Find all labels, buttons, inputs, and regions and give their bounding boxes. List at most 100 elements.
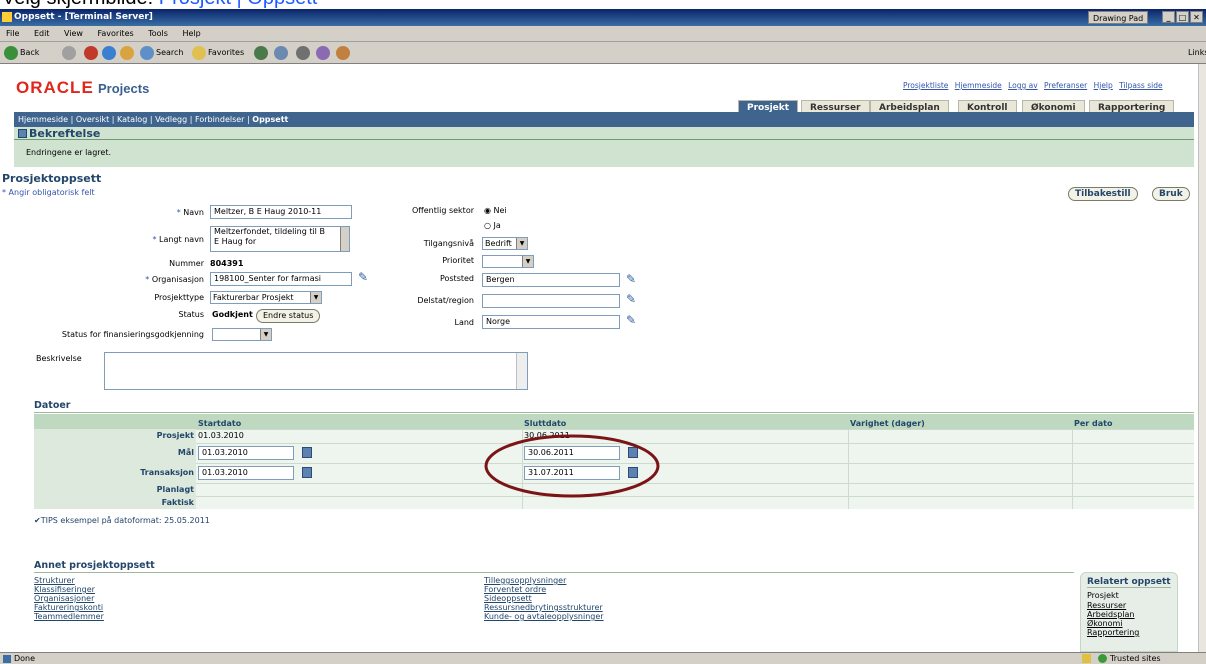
menu-favorites[interactable]: Favorites [98,29,134,38]
related-link-okonomi[interactable]: Økonomi [1087,619,1171,628]
col-divider [1072,429,1073,509]
subnav-hjemmeside[interactable]: Hjemmeside [18,115,68,124]
access-level-select[interactable]: Bedrift ▼ [482,237,528,250]
funding-status-select[interactable]: ▼ [212,328,272,341]
link-klassifiseringer[interactable]: Klassifiseringer [34,585,104,594]
tip-check-icon: ✔ [34,516,41,525]
state-input[interactable] [482,294,620,308]
description-textarea[interactable] [104,352,528,390]
menu-view[interactable]: View [64,29,83,38]
link-prosjektliste[interactable]: Prosjektliste [903,81,948,90]
dates-row-bg [196,463,1194,483]
related-link-rapportering[interactable]: Rapportering [1087,628,1171,637]
page-scrollbar[interactable] [1198,64,1206,652]
flashlight-search-icon[interactable]: ✎ [626,292,640,306]
link-sideoppsett[interactable]: Sideoppsett [484,594,604,603]
status-value: Godkjent [212,310,253,319]
link-logg-av[interactable]: Logg av [1008,81,1038,90]
long-name-label: Langt navn [159,235,204,244]
menu-tools[interactable]: Tools [148,29,168,38]
back-button[interactable]: Back [4,42,39,64]
link-faktureringskonti[interactable]: Faktureringskonti [34,603,104,612]
flashlight-search-icon[interactable]: ✎ [626,272,640,286]
edit-button[interactable] [316,42,332,64]
header-sluttdato: Sluttdato [522,418,848,429]
change-status-button[interactable]: Endre status [256,309,321,323]
slide-caption: Velg skjermbilde: Prosjekt | Oppsett [0,0,1206,9]
mal-start-input[interactable]: 01.03.2010 [198,446,294,460]
long-name-textarea[interactable]: Meltzerfondet, tildeling til B E Haug fo… [210,226,350,252]
lock-icon [1082,654,1091,663]
public-no-option[interactable]: ◉ Nei [484,206,507,215]
flashlight-search-icon[interactable]: ✎ [626,313,640,327]
city-input[interactable]: Bergen [482,273,620,287]
type-value: Fakturerbar Prosjekt [213,293,294,302]
calendar-icon[interactable] [302,467,312,478]
textarea-scrollbar[interactable] [516,353,527,389]
sub-navigation: Hjemmeside | Oversikt | Katalog | Vedleg… [14,112,1194,127]
type-select[interactable]: Fakturerbar Prosjekt ▼ [210,291,322,304]
forward-arrow-icon [62,45,76,60]
subnav-katalog[interactable]: Katalog [117,115,147,124]
header-varighet: Varighet (dager) [848,418,1072,429]
refresh-button[interactable] [102,42,118,64]
link-ressursnedbrytingsstrukturer[interactable]: Ressursnedbrytingsstrukturer [484,603,604,612]
drawing-pad-button[interactable]: Drawing Pad [1088,11,1149,24]
org-input[interactable]: 198100_Senter for farmasi [210,272,352,286]
home-button[interactable] [120,42,136,64]
public-yes-option[interactable]: ○ Ja [484,221,501,230]
transaksjon-start-input[interactable]: 01.03.2010 [198,466,294,480]
subnav-oppsett[interactable]: Oppsett [252,115,288,124]
link-hjemmeside[interactable]: Hjemmeside [955,81,1002,90]
link-teammedlemmer[interactable]: Teammedlemmer [34,612,104,621]
radio-selected-icon: ◉ [484,206,494,215]
subnav-forbindelser[interactable]: Forbindelser [195,115,244,124]
link-forventet-ordre[interactable]: Forventet ordre [484,585,604,594]
link-organisasjoner[interactable]: Organisasjoner [34,594,104,603]
messenger-button[interactable] [336,42,352,64]
priority-select[interactable]: ▼ [482,255,534,268]
links-label[interactable]: Links [1188,42,1206,64]
city-label: Poststed [439,274,474,283]
mail-button[interactable] [274,42,290,64]
stop-button[interactable] [84,42,100,64]
apply-button[interactable]: Bruk [1152,187,1190,201]
forward-button[interactable] [62,42,78,64]
name-input[interactable]: Meltzer, B E Haug 2010-11 [210,205,352,219]
dates-title: Datoer [34,400,71,411]
link-tilleggsopplysninger[interactable]: Tilleggsopplysninger [484,576,604,585]
link-hjelp[interactable]: Hjelp [1094,81,1113,90]
country-input[interactable]: Norge [482,315,620,329]
print-button[interactable] [296,42,312,64]
link-kunde-avtale[interactable]: Kunde- og avtaleopplysninger [484,612,604,621]
row-label-mal: Mål [34,443,196,463]
flashlight-search-icon[interactable]: ✎ [358,270,372,284]
menu-help[interactable]: Help [182,29,200,38]
chevron-down-icon: ▼ [522,256,533,267]
radio-unselected-icon: ○ [484,221,494,230]
maximize-icon[interactable]: □ [1176,11,1189,23]
org-label: Organisasjon [151,275,204,284]
calendar-icon[interactable] [302,447,312,458]
related-link-ressurser[interactable]: Ressurser [1087,601,1171,610]
zone-text: Trusted sites [1110,654,1161,663]
ie-icon [2,12,12,22]
minimize-icon[interactable]: _ [1162,11,1175,23]
link-tilpass-side[interactable]: Tilpass side [1119,81,1162,90]
link-strukturer[interactable]: Strukturer [34,576,104,585]
subnav-vedlegg[interactable]: Vedlegg [155,115,187,124]
textarea-scrollbar[interactable] [340,227,349,251]
link-preferanser[interactable]: Preferanser [1044,81,1087,90]
subnav-oversikt[interactable]: Oversikt [76,115,109,124]
other-setup-col1: Strukturer Klassifiseringer Organisasjon… [34,576,104,621]
close-icon[interactable]: ✕ [1190,11,1203,23]
menu-file[interactable]: File [6,29,19,38]
reset-button[interactable]: Tilbakestill [1068,187,1138,201]
home-icon [120,45,134,60]
search-button[interactable]: Search [140,42,183,64]
related-link-arbeidsplan[interactable]: Arbeidsplan [1087,610,1171,619]
menu-edit[interactable]: Edit [34,29,50,38]
history-button[interactable] [254,42,270,64]
caption-prefix: Velg skjermbilde: [2,0,159,9]
favorites-button[interactable]: Favorites [192,42,244,64]
